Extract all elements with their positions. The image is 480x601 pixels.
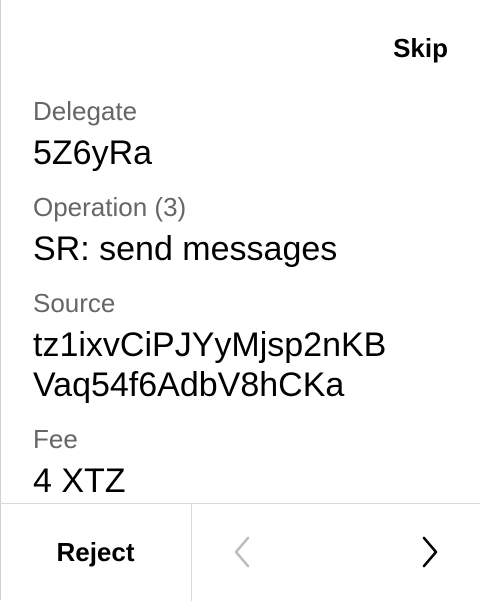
details-list[interactable]: Delegate 5Z6yRa Operation (3) SR: send m… (33, 95, 460, 503)
operation-value: SR: send messages (33, 230, 338, 268)
reject-button[interactable]: Reject (0, 504, 192, 601)
chevron-right-icon[interactable] (414, 534, 444, 570)
source-value-line1: tz1ixvCiPJYyMjsp2nKB (33, 326, 387, 364)
pagination-nav (192, 504, 480, 601)
source-label: Source (33, 288, 116, 318)
fee-label: Fee (33, 424, 78, 454)
field-operation: Operation (3) SR: send messages (33, 191, 460, 269)
field-source: Source tz1ixvCiPJYyMjsp2nKB Vaq54f6AdbV8… (33, 287, 460, 405)
field-delegate: Delegate 5Z6yRa (33, 95, 460, 173)
skip-button[interactable]: Skip (393, 32, 448, 64)
operation-label: Operation (3) (33, 192, 187, 222)
delegate-label: Delegate (33, 96, 138, 126)
chevron-left-icon[interactable] (228, 534, 258, 570)
source-value-line2: Vaq54f6AdbV8hCKa (33, 366, 345, 404)
review-screen: Skip Delegate 5Z6yRa Operation (3) SR: s… (0, 0, 480, 601)
field-fee: Fee 4 XTZ (33, 423, 460, 501)
footer-bar: Reject (0, 503, 480, 601)
delegate-value: 5Z6yRa (33, 134, 153, 172)
fee-value: 4 XTZ (33, 462, 126, 500)
